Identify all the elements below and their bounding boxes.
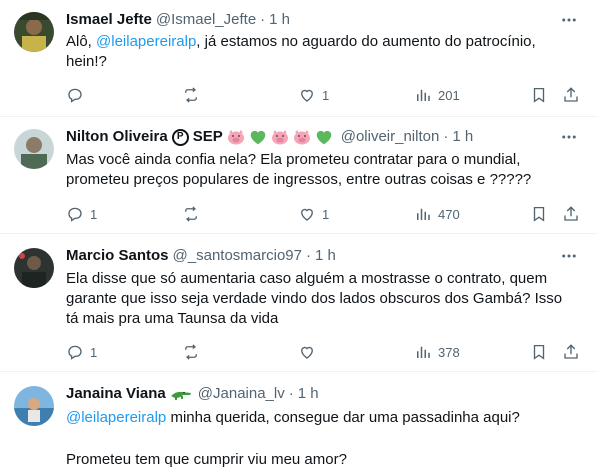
avatar[interactable] xyxy=(14,386,54,426)
retweet-icon xyxy=(185,87,197,103)
more-options-icon[interactable] xyxy=(559,10,579,30)
bookmark-icon xyxy=(533,344,545,360)
reply-icon xyxy=(68,207,82,222)
share-icon xyxy=(564,206,578,221)
more-options-icon[interactable] xyxy=(559,127,579,147)
bookmark-button[interactable] xyxy=(530,204,548,224)
green-heart-icon xyxy=(249,129,267,145)
avatar[interactable] xyxy=(14,248,54,288)
name-suffix: SEP xyxy=(192,128,223,145)
share-button[interactable] xyxy=(562,204,580,224)
user-handle[interactable]: @Janaina_lv xyxy=(198,384,285,404)
tweet-text: @leilapereiralp minha querida, consegue … xyxy=(66,409,520,426)
bookmark-button[interactable] xyxy=(530,85,548,105)
tweet[interactable]: Ismael Jefte @Ismael_Jefte · 1 h Alô, @l… xyxy=(0,0,597,117)
user-handle[interactable]: @Ismael_Jefte xyxy=(156,10,256,30)
timestamp[interactable]: 1 h xyxy=(298,384,319,404)
share-button[interactable] xyxy=(562,85,580,105)
separator-dot: · xyxy=(260,11,266,28)
share-icon xyxy=(564,344,578,359)
tweet[interactable]: Nilton Oliveira P SEP @oliveir_nilton · … xyxy=(0,117,597,234)
tweet-text: Mas você ainda confia nela? Ela prometeu… xyxy=(66,151,532,188)
pig-emoji-icon xyxy=(293,129,311,145)
bookmark-button[interactable] xyxy=(530,342,548,362)
reply-button[interactable]: 1 xyxy=(66,204,97,224)
separator-dot: · xyxy=(443,128,449,145)
tweet-actions: 1 1 470 xyxy=(0,204,597,224)
retweet-button[interactable] xyxy=(182,85,206,105)
reply-button[interactable] xyxy=(66,85,90,105)
user-handle[interactable]: @oliveir_nilton xyxy=(341,127,440,147)
timestamp[interactable]: 1 h xyxy=(452,127,473,147)
retweet-icon xyxy=(185,206,197,222)
bookmark-icon xyxy=(533,206,545,222)
timestamp[interactable]: 1 h xyxy=(269,10,290,30)
views-icon xyxy=(417,89,430,101)
green-heart-icon xyxy=(315,129,333,145)
heart-icon xyxy=(301,208,313,221)
separator-dot: · xyxy=(306,247,311,264)
pig-emoji-icon xyxy=(271,129,289,145)
display-name[interactable]: Nilton Oliveira xyxy=(66,127,168,147)
reply-feed: Ismael Jefte @Ismael_Jefte · 1 h Alô, @l… xyxy=(0,0,597,467)
badge-p-icon: P xyxy=(171,128,189,146)
tweet-actions: 1 378 xyxy=(0,342,597,362)
like-button[interactable]: 1 xyxy=(298,85,329,105)
share-button[interactable] xyxy=(562,342,580,362)
retweet-icon xyxy=(185,344,197,360)
separator-dot: · xyxy=(288,385,294,402)
views-button[interactable]: 470 xyxy=(414,204,460,224)
like-button[interactable] xyxy=(298,342,322,362)
views-button[interactable]: 201 xyxy=(414,85,460,105)
bookmark-icon xyxy=(533,87,545,103)
views-icon xyxy=(417,208,430,220)
views-icon xyxy=(417,346,430,358)
tweet-text-line2: Prometeu tem que cumprir viu meu amor? xyxy=(66,451,347,467)
avatar[interactable] xyxy=(14,129,54,169)
display-name[interactable]: Ismael Jefte xyxy=(66,10,152,30)
like-button[interactable]: 1 xyxy=(298,204,329,224)
retweet-button[interactable] xyxy=(182,342,206,362)
reply-icon xyxy=(68,88,82,103)
share-icon xyxy=(564,87,578,102)
display-name[interactable]: Marcio Santos xyxy=(66,246,169,266)
crocodile-emoji-icon xyxy=(170,387,192,401)
user-handle[interactable]: @_santosmarcio97 xyxy=(173,246,302,266)
timestamp[interactable]: 1 h xyxy=(315,246,336,266)
tweet-text: Ela disse que só aumentaria caso alguém … xyxy=(66,270,563,327)
retweet-button[interactable] xyxy=(182,204,206,224)
pig-emoji-icon xyxy=(227,129,245,145)
heart-icon xyxy=(301,89,313,102)
tweet-actions: 1 201 xyxy=(0,85,597,105)
mention-link[interactable]: @leilapereiralp xyxy=(96,33,196,50)
display-name[interactable]: Janaina Viana xyxy=(66,384,166,404)
tweet[interactable]: Janaina Viana @Janaina_lv · 1 h @leilape… xyxy=(0,372,597,467)
heart-icon xyxy=(301,346,313,359)
reply-icon xyxy=(68,345,82,360)
tweet[interactable]: Marcio Santos @_santosmarcio97 · 1 h Ela… xyxy=(0,234,597,372)
avatar[interactable] xyxy=(14,12,54,52)
views-button[interactable]: 378 xyxy=(414,342,460,362)
more-options-icon[interactable] xyxy=(559,246,579,266)
tweet-text: Alô, @leilapereiralp, já estamos no agua… xyxy=(66,33,536,70)
reply-button[interactable]: 1 xyxy=(66,342,97,362)
mention-link[interactable]: @leilapereiralp xyxy=(66,409,166,426)
